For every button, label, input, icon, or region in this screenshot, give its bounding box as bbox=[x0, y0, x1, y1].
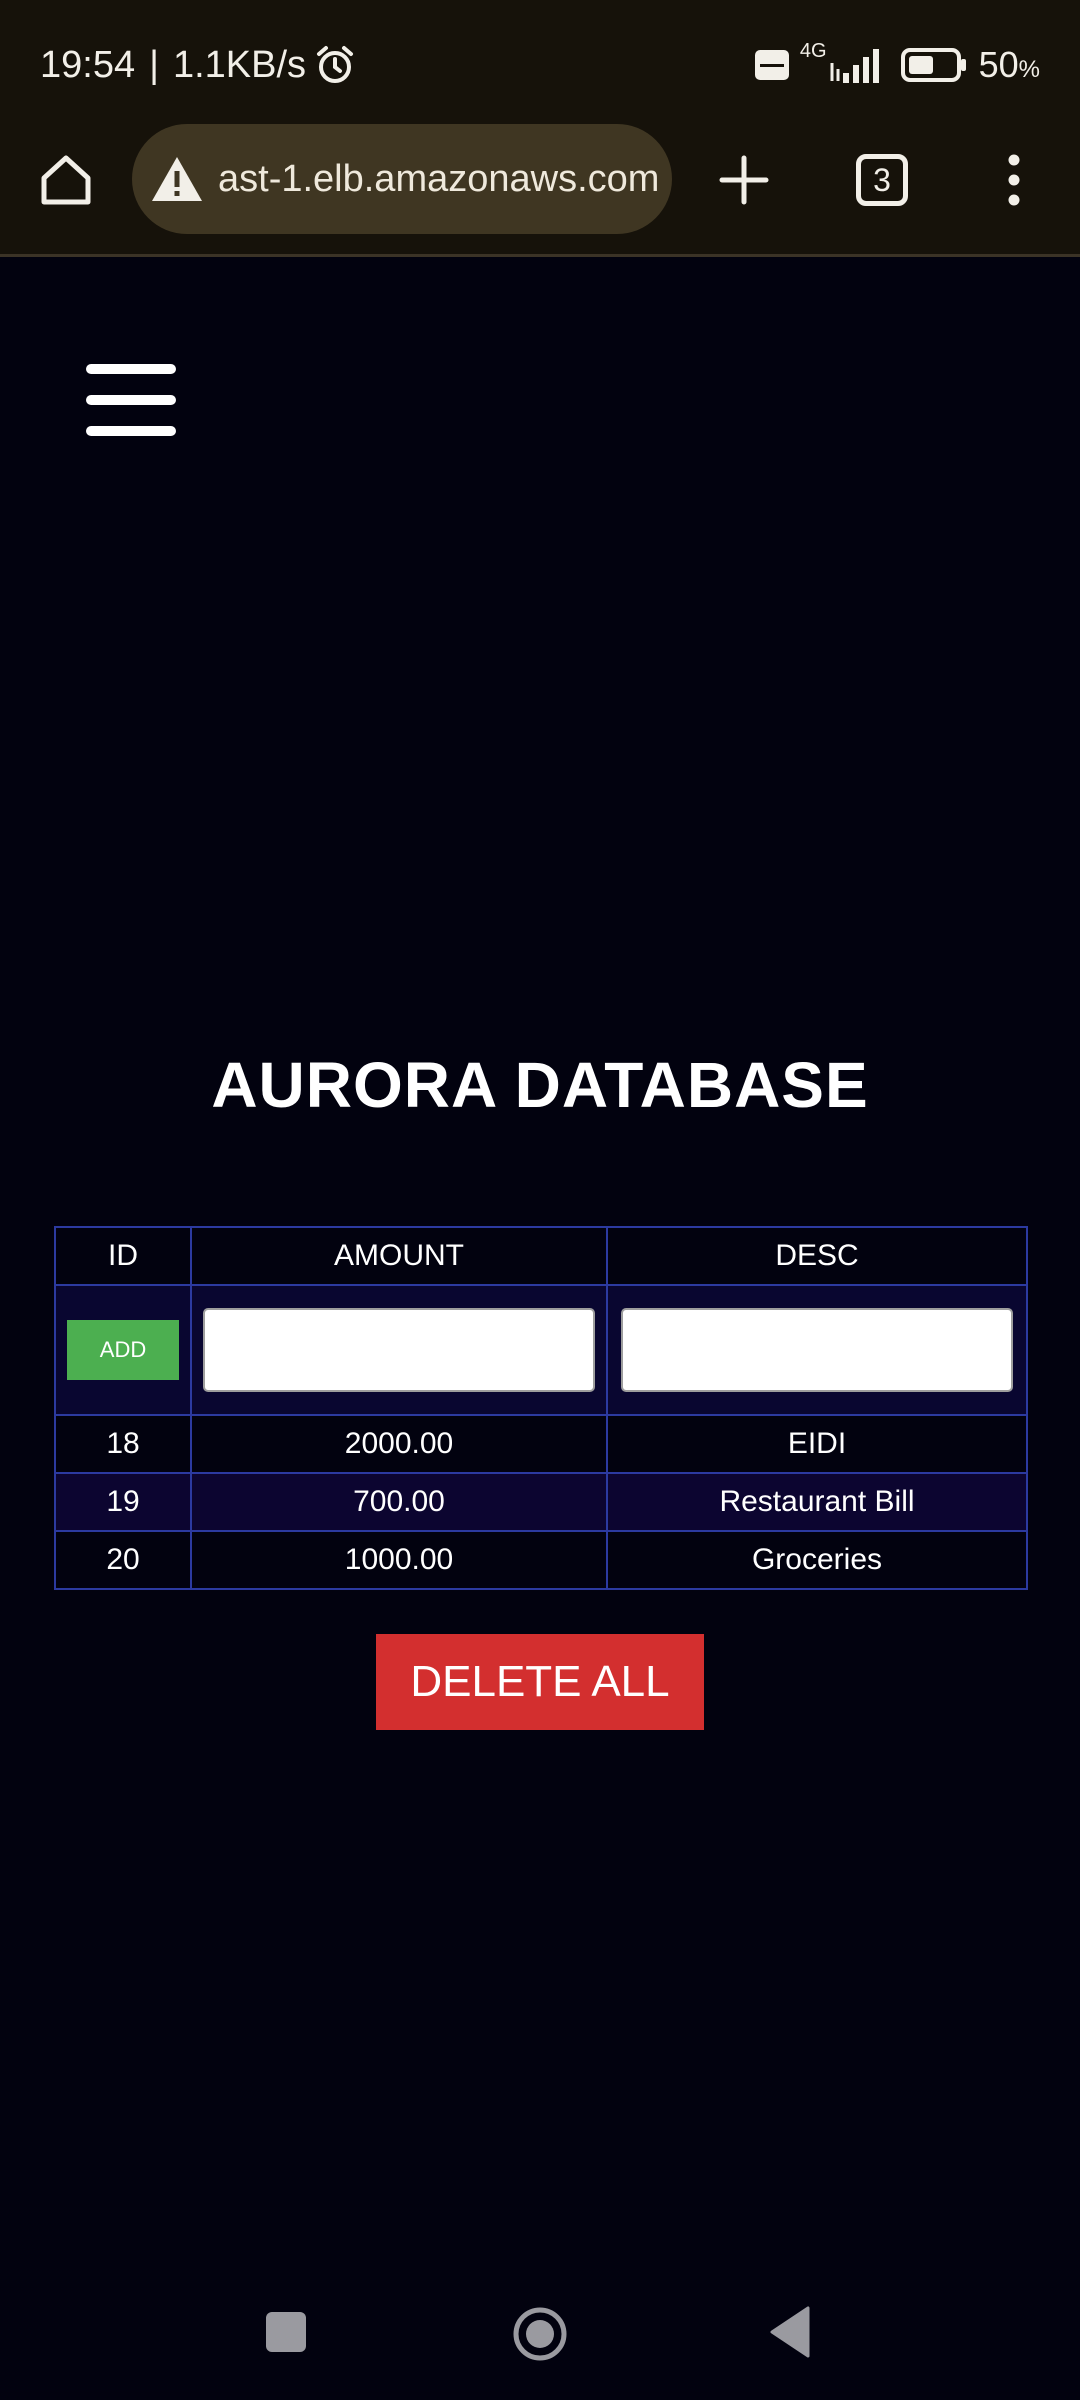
cell-id: 19 bbox=[54, 1472, 192, 1532]
home-icon[interactable] bbox=[38, 152, 94, 208]
signal-strength-icon bbox=[830, 49, 879, 83]
header-id: ID bbox=[54, 1226, 192, 1286]
home-nav-button[interactable] bbox=[512, 2306, 568, 2362]
status-bar: 19:54 | 1.1KB/s 4G 50% bbox=[0, 0, 1080, 120]
status-left: 19:54 | 1.1KB/s bbox=[40, 40, 356, 90]
status-separator: | bbox=[149, 43, 159, 86]
desc-input[interactable] bbox=[621, 1308, 1013, 1392]
status-net-speed: 1.1KB/s bbox=[172, 43, 307, 86]
status-right: 4G 50% bbox=[754, 39, 1040, 88]
recents-nav-button[interactable] bbox=[266, 2312, 306, 2352]
back-nav-button[interactable] bbox=[768, 2306, 810, 2358]
network-type: 4G bbox=[799, 39, 827, 62]
cell-amount: 1000.00 bbox=[190, 1530, 608, 1590]
cell-desc: EIDI bbox=[606, 1414, 1028, 1474]
desc-cell bbox=[606, 1284, 1028, 1416]
cell-desc: Groceries bbox=[606, 1530, 1028, 1590]
cell-id: 18 bbox=[54, 1414, 192, 1474]
battery-percent: 50% bbox=[979, 44, 1040, 86]
three-dots-icon[interactable] bbox=[1000, 152, 1028, 208]
alarm-clock-icon bbox=[317, 46, 354, 83]
add-button[interactable]: ADD bbox=[67, 1320, 179, 1380]
hamburger-menu-icon[interactable] bbox=[86, 364, 176, 436]
address-bar[interactable]: ast-1.elb.amazonaws.com bbox=[132, 124, 672, 234]
cell-amount: 2000.00 bbox=[190, 1414, 608, 1474]
delete-all-button[interactable]: DELETE ALL bbox=[376, 1634, 704, 1730]
header-desc: DESC bbox=[606, 1226, 1028, 1286]
url-text[interactable]: ast-1.elb.amazonaws.com bbox=[218, 158, 659, 201]
cell-id: 20 bbox=[54, 1530, 192, 1590]
battery-icon bbox=[900, 48, 966, 82]
table-row: 18 2000.00 EIDI bbox=[54, 1414, 1028, 1474]
table-header-row: ID AMOUNT DESC bbox=[54, 1226, 1028, 1286]
records-table: ID AMOUNT DESC ADD 18 2000.00 EIDI 19 70… bbox=[54, 1226, 1028, 1590]
browser-toolbar: ast-1.elb.amazonaws.com 3 bbox=[0, 120, 1080, 257]
volte-icon bbox=[754, 50, 789, 80]
amount-input[interactable] bbox=[203, 1308, 595, 1392]
battery-unit: % bbox=[1018, 56, 1040, 83]
amount-cell bbox=[190, 1284, 608, 1416]
input-row: ADD bbox=[54, 1284, 1028, 1416]
header-amount: AMOUNT bbox=[190, 1226, 608, 1286]
cell-desc: Restaurant Bill bbox=[606, 1472, 1028, 1532]
battery-value: 50 bbox=[978, 44, 1019, 85]
hamburger-bar bbox=[86, 364, 176, 374]
page-title: AURORA DATABASE bbox=[211, 1049, 869, 1121]
tab-switcher-button[interactable]: 3 bbox=[856, 154, 908, 206]
hamburger-bar bbox=[86, 395, 176, 405]
warning-triangle-icon[interactable] bbox=[150, 155, 204, 203]
status-time: 19:54 bbox=[40, 43, 136, 86]
table-row: 20 1000.00 Groceries bbox=[54, 1530, 1028, 1590]
cell-amount: 700.00 bbox=[190, 1472, 608, 1532]
hamburger-bar bbox=[86, 426, 176, 436]
add-cell: ADD bbox=[54, 1284, 192, 1416]
table-row: 19 700.00 Restaurant Bill bbox=[54, 1472, 1028, 1532]
plus-icon[interactable] bbox=[718, 154, 770, 206]
